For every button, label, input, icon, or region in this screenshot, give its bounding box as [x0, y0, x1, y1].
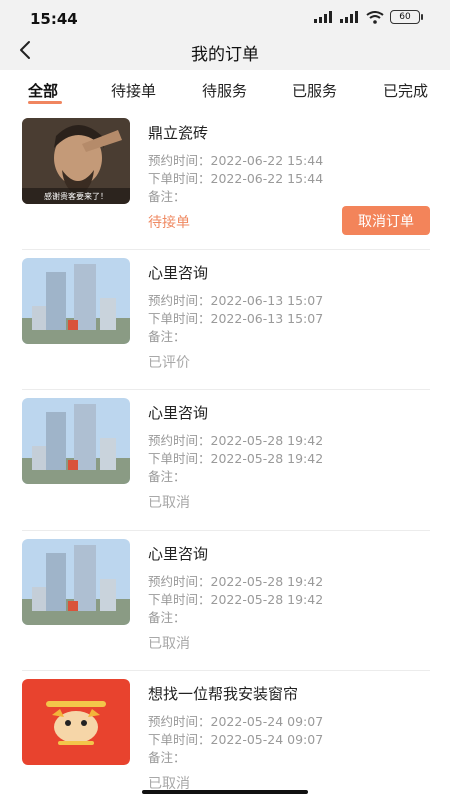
- order-time-label: 下单时间：: [148, 732, 211, 747]
- booking-time-label: 预约时间：: [148, 714, 211, 729]
- order-title: 心里咨询: [148, 264, 209, 282]
- cancel-order-button[interactable]: 取消订单: [342, 206, 430, 235]
- order-status: 待接单: [148, 215, 190, 231]
- note-label: 备注：: [148, 329, 186, 344]
- booking-time-value: 2022-06-13 15:07: [210, 293, 324, 308]
- order-time-value: 2022-06-13 15:07: [210, 311, 324, 326]
- order-title: 心里咨询: [148, 545, 209, 563]
- order-title: 鼎立瓷砖: [148, 124, 209, 142]
- signal-icon: [314, 11, 332, 23]
- order-time-value: 2022-05-24 09:07: [210, 732, 324, 747]
- order-time-value: 2022-05-28 19:42: [210, 592, 324, 607]
- tab-pending-service[interactable]: 待服务: [202, 80, 247, 101]
- booking-time-value: 2022-05-24 09:07: [210, 714, 324, 729]
- tab-serviced[interactable]: 已服务: [292, 80, 337, 101]
- order-thumbnail: [22, 258, 130, 344]
- order-item[interactable]: 感谢贵客要来了！ 鼎立瓷砖 预约时间：2022-06-22 15:44 下单时间…: [22, 110, 430, 250]
- status-time: 15:44: [30, 10, 78, 28]
- booking-time-label: 预约时间：: [148, 293, 211, 308]
- wifi-icon: [366, 10, 384, 24]
- order-item[interactable]: 心里咨询 预约时间：2022-05-28 19:42 下单时间：2022-05-…: [22, 531, 430, 671]
- booking-time-value: 2022-05-28 19:42: [210, 574, 324, 589]
- order-item[interactable]: 心里咨询 预约时间：2022-05-28 19:42 下单时间：2022-05-…: [22, 390, 430, 530]
- order-thumbnail: [22, 679, 130, 765]
- status-bar: 15:44 60: [0, 0, 450, 36]
- order-thumbnail: 感谢贵客要来了！: [22, 118, 130, 204]
- order-list: 感谢贵客要来了！ 鼎立瓷砖 预约时间：2022-06-22 15:44 下单时间…: [0, 110, 450, 800]
- order-thumbnail: [22, 539, 130, 625]
- order-time-value: 2022-05-28 19:42: [210, 451, 324, 466]
- order-item[interactable]: 心里咨询 预约时间：2022-06-13 15:07 下单时间：2022-06-…: [22, 250, 430, 390]
- navigation-bar: 我的订单: [0, 36, 450, 70]
- order-title: 心里咨询: [148, 404, 209, 422]
- order-time-value: 2022-06-22 15:44: [210, 171, 324, 186]
- booking-time-value: 2022-05-28 19:42: [210, 433, 324, 448]
- order-time-label: 下单时间：: [148, 311, 211, 326]
- home-indicator: [142, 790, 308, 794]
- booking-time-value: 2022-06-22 15:44: [210, 153, 324, 168]
- active-tab-indicator: [28, 101, 62, 104]
- tab-all[interactable]: 全部: [28, 80, 58, 101]
- thumb-caption: 感谢贵客要来了！: [44, 191, 108, 201]
- tab-completed[interactable]: 已完成: [383, 80, 428, 101]
- note-label: 备注：: [148, 469, 186, 484]
- signal-icon-2: [340, 11, 358, 23]
- booking-time-label: 预约时间：: [148, 574, 211, 589]
- order-status: 已评价: [148, 355, 190, 371]
- order-time-label: 下单时间：: [148, 451, 211, 466]
- booking-time-label: 预约时间：: [148, 153, 211, 168]
- order-title: 想找一位帮我安装窗帘: [148, 685, 299, 703]
- order-tabs: 全部 待接单 待服务 已服务 已完成: [0, 70, 450, 110]
- order-time-label: 下单时间：: [148, 171, 211, 186]
- booking-time-label: 预约时间：: [148, 433, 211, 448]
- tab-pending-accept[interactable]: 待接单: [111, 80, 156, 101]
- order-thumbnail: [22, 398, 130, 484]
- note-label: 备注：: [148, 189, 186, 204]
- note-label: 备注：: [148, 750, 186, 765]
- order-status: 已取消: [148, 636, 190, 652]
- order-item[interactable]: 想找一位帮我安装窗帘 预约时间：2022-05-24 09:07 下单时间：20…: [22, 671, 430, 800]
- system-icons: 60: [314, 10, 423, 24]
- page-title: 我的订单: [191, 45, 259, 65]
- battery-icon: 60: [390, 10, 423, 24]
- order-time-label: 下单时间：: [148, 592, 211, 607]
- order-status: 已取消: [148, 495, 190, 511]
- note-label: 备注：: [148, 610, 186, 625]
